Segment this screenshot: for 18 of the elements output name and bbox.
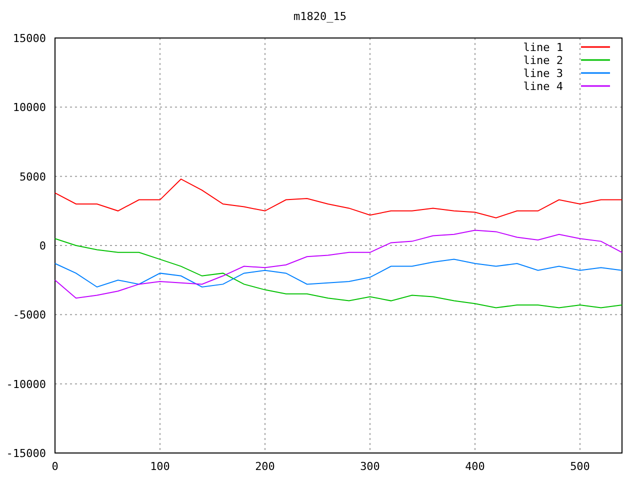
- y-tick-label: 5000: [20, 170, 46, 184]
- y-tick-label: -15000: [6, 447, 46, 460]
- x-tick-label: 400: [465, 460, 485, 473]
- y-tick-label: 10000: [12, 101, 46, 114]
- y-tick-label: -5000: [12, 308, 46, 322]
- legend-label: line 4: [523, 80, 563, 93]
- x-tick-label: 100: [150, 460, 170, 473]
- y-tick-label: -10000: [6, 378, 46, 391]
- x-tick-label: 0: [52, 460, 58, 473]
- legend-label: line 3: [523, 67, 563, 80]
- y-tick-label: 15000: [12, 32, 46, 45]
- y-tick-label: 0: [39, 240, 46, 252]
- x-tick-label: 500: [570, 460, 590, 473]
- legend-label: line 2: [523, 54, 563, 67]
- chart-title: m1820_15: [294, 10, 346, 23]
- legend-label: line 1: [523, 41, 563, 54]
- x-tick-label: 200: [255, 460, 275, 473]
- x-tick-label: 300: [360, 460, 380, 473]
